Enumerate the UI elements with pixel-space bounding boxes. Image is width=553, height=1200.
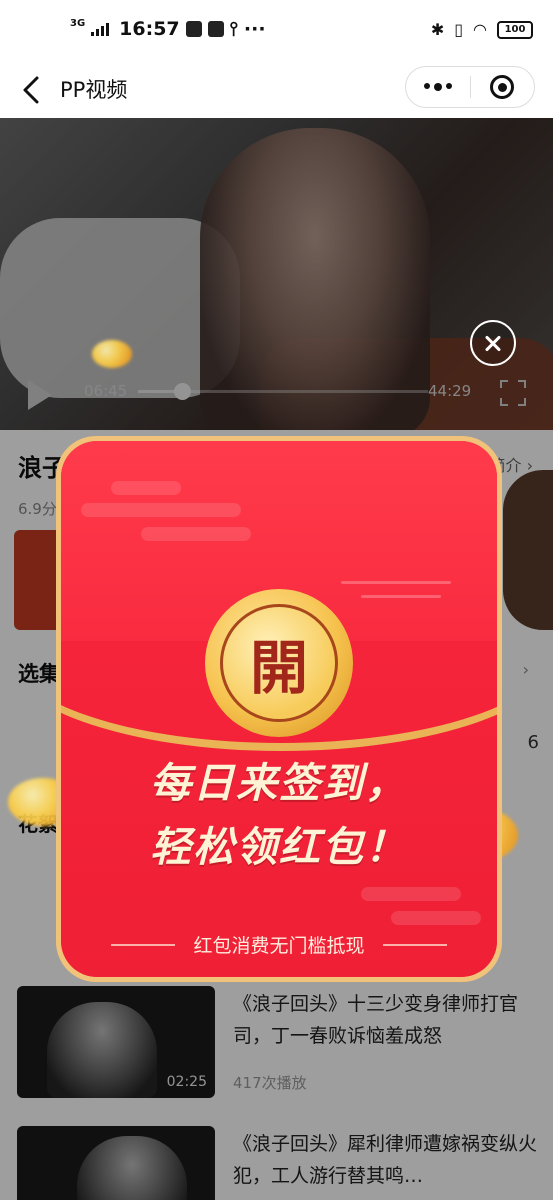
cloud-decoration: [81, 503, 241, 517]
bluetooth-icon: ✱: [430, 20, 445, 39]
signal-icon: [91, 22, 110, 36]
cloud-decoration: [361, 887, 461, 901]
more-notifications: ···: [243, 18, 266, 40]
cloud-decoration: [111, 481, 181, 495]
close-mini-program-icon[interactable]: [471, 75, 535, 99]
status-time: 16:57: [119, 18, 180, 40]
status-left: 3G 16:57 ⫯ ···: [70, 17, 266, 41]
footnote-divider-right: [382, 943, 447, 946]
red-envelope-body: 開 每日来签到， 轻松领红包！ 红包消费无门槛抵现: [61, 441, 497, 977]
seal-ring: 開: [220, 604, 338, 722]
back-arrow-icon[interactable]: [20, 72, 44, 108]
wifi-icon: ◠: [473, 20, 487, 39]
status-right: ✱ ▯ ◠ 100: [431, 20, 533, 39]
headline-line-1: 每日来签到，: [150, 759, 408, 807]
coin-decoration: [92, 340, 132, 368]
close-icon[interactable]: [470, 320, 516, 366]
more-options-icon[interactable]: [406, 83, 470, 91]
app-notification-icon: [207, 21, 224, 37]
headline-line-2: 轻松领红包！: [150, 823, 408, 871]
vibrate-icon: ▯: [454, 20, 464, 39]
network-type: 3G: [70, 17, 86, 29]
nav-bar: PP视频: [0, 62, 553, 118]
open-seal-button[interactable]: 開: [205, 589, 353, 737]
cloud-decoration: [141, 527, 251, 541]
usb-icon: ⫯: [229, 18, 238, 40]
cloud-decoration: [341, 581, 451, 584]
check-badge-icon: [185, 21, 202, 37]
cloud-decoration: [361, 595, 441, 598]
status-bar: 3G 16:57 ⫯ ··· ✱ ▯ ◠ 100: [0, 0, 553, 62]
footnote-text: 红包消费无门槛抵现: [193, 935, 365, 957]
footnote-row: 红包消费无门槛抵现: [61, 931, 497, 958]
page-title: PP视频: [60, 78, 128, 102]
battery-icon: 100: [497, 20, 533, 39]
mini-program-capsule: [405, 66, 535, 108]
footnote-divider-left: [111, 943, 176, 946]
red-envelope-popup[interactable]: 開 每日来签到， 轻松领红包！ 红包消费无门槛抵现: [56, 436, 502, 982]
cloud-decoration: [391, 911, 481, 925]
seal-character: 開: [249, 634, 308, 702]
